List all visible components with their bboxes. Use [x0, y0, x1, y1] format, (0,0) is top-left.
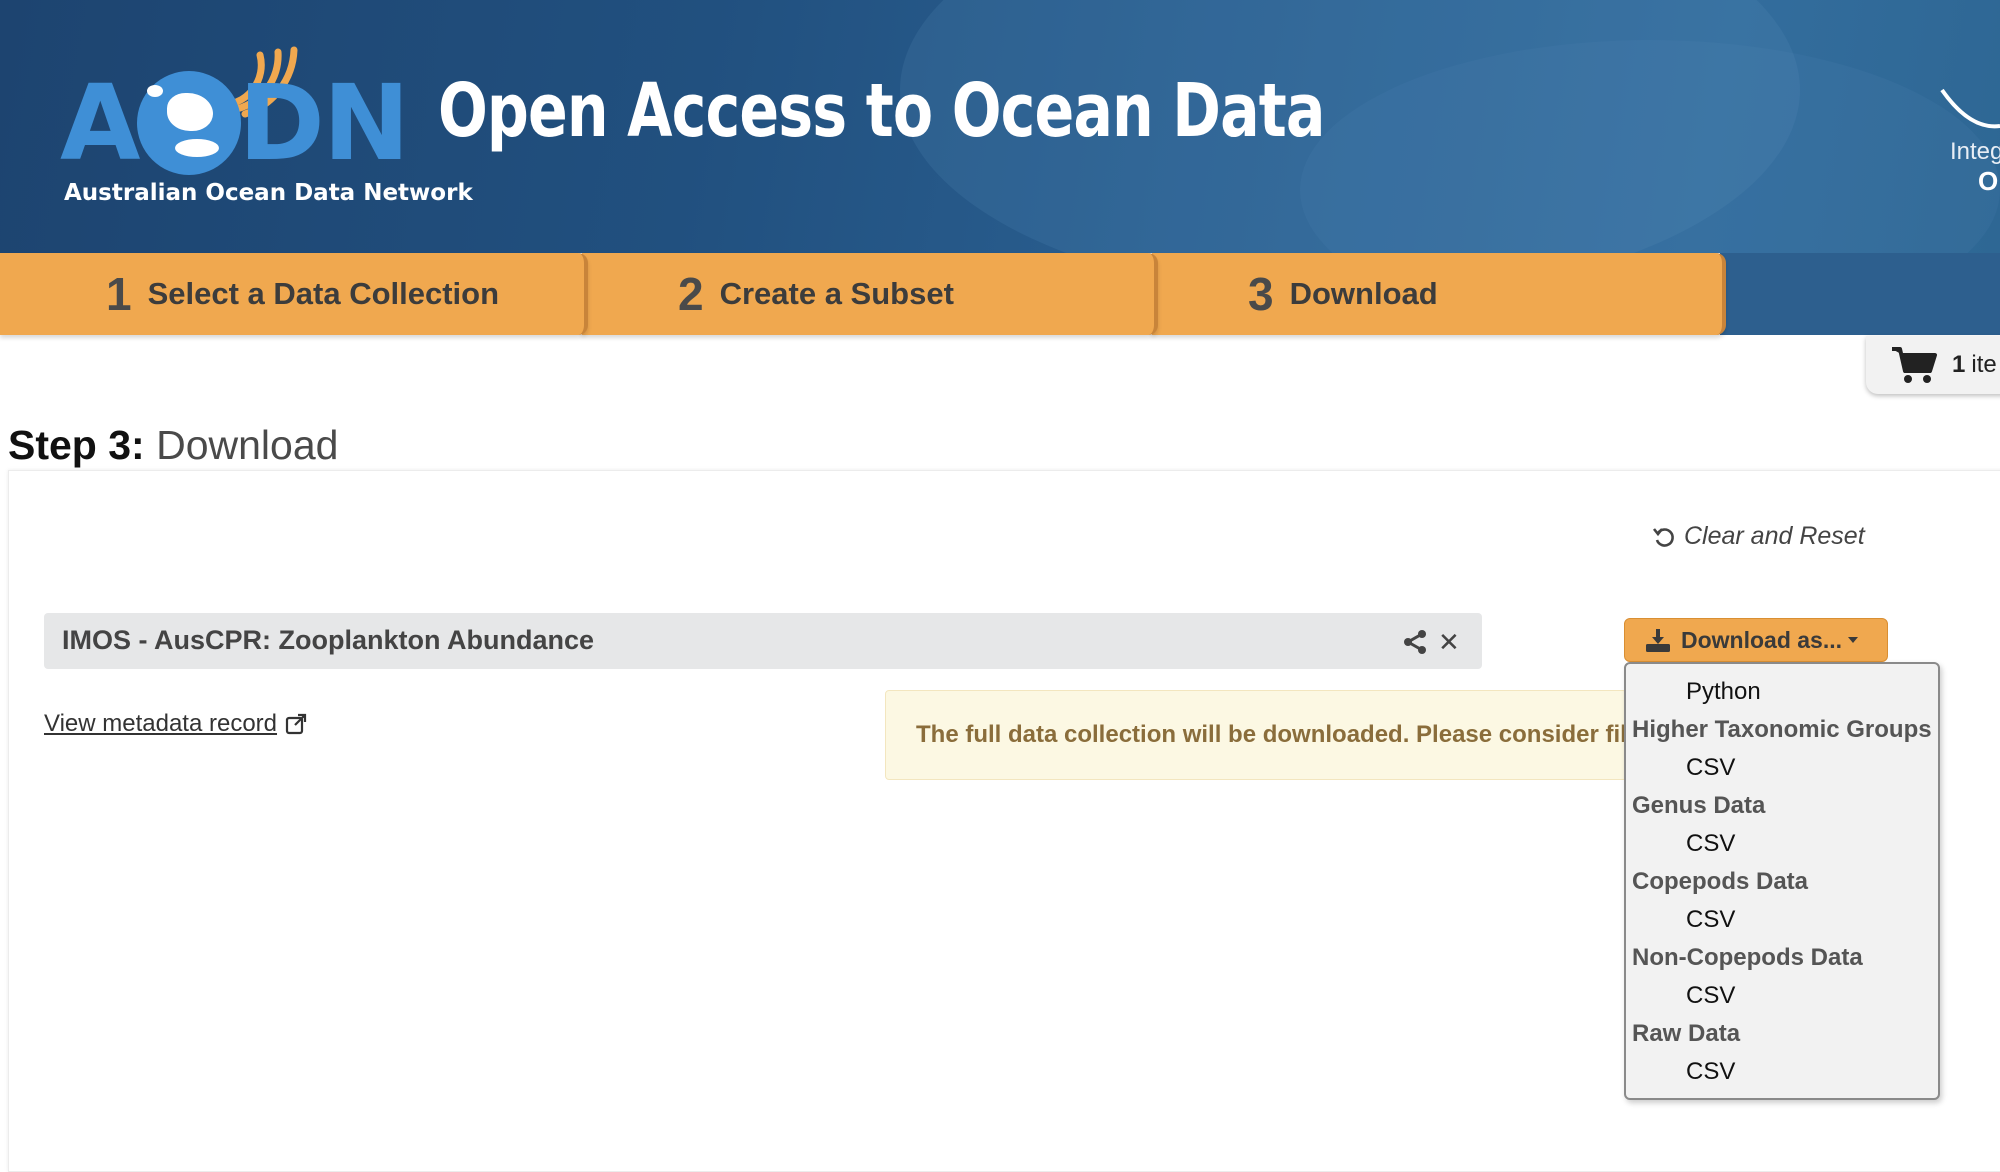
page-title: Step 3: Download	[8, 422, 338, 469]
notice-text: The full data collection will be downloa…	[916, 721, 1627, 748]
cart-button[interactable]: 1 ite	[1866, 336, 2000, 394]
step-number: 3	[1248, 268, 1274, 320]
download-as-label: Download as...	[1681, 626, 1843, 653]
view-metadata-link[interactable]: View metadata record	[44, 710, 307, 738]
download-menu: Python Higher Taxonomic Groups CSV Genus…	[1624, 662, 1940, 1100]
page-title-name: Download	[156, 422, 339, 468]
download-icon	[1646, 629, 1670, 652]
menu-group-genus: Genus Data	[1632, 792, 1766, 819]
step-label: Select a Data Collection	[147, 276, 500, 311]
menu-item-csv[interactable]: CSV	[1686, 982, 1735, 1010]
logo-wordmark: A DN	[60, 62, 410, 184]
collection-header: IMOS - AusCPR: Zooplankton Abundance ✕	[44, 613, 1482, 669]
globe-icon	[136, 71, 241, 175]
share-icon[interactable]	[1402, 629, 1428, 655]
clear-and-reset-link[interactable]: Clear and Reset	[1652, 522, 1865, 551]
close-icon[interactable]: ✕	[1438, 629, 1462, 655]
clear-and-reset-label: Clear and Reset	[1684, 522, 1865, 550]
partner-text: Integ	[1950, 138, 2000, 165]
step-label: Download	[1289, 276, 1438, 311]
caret-down-icon	[1848, 637, 1859, 643]
cart-count: 1	[1952, 351, 1966, 378]
site-header: A DN Australian Ocean Data Network Open …	[0, 0, 2000, 253]
steps-nav: 1 Select a Data Collection 2 Create a Su…	[0, 253, 2000, 335]
steps-nav-filler	[1720, 253, 2000, 335]
download-notice: The full data collection will be downloa…	[885, 690, 1627, 780]
step-label: Create a Subset	[719, 276, 954, 311]
step-number: 2	[678, 268, 704, 320]
page-title-step: Step 3:	[8, 422, 145, 468]
aodn-logo[interactable]: A DN Australian Ocean Data Network	[60, 10, 473, 210]
step-download[interactable]: 3 Download	[1152, 253, 1726, 335]
menu-group-copepods: Copepods Data	[1632, 868, 1809, 895]
menu-group-higher-taxonomic: Higher Taxonomic Groups	[1632, 716, 1932, 743]
step-select-collection[interactable]: 1 Select a Data Collection	[0, 253, 588, 335]
site-title: Open Access to Ocean Data	[438, 68, 1325, 154]
view-metadata-label: View metadata record	[44, 710, 278, 737]
shopping-cart-icon	[1892, 347, 1937, 383]
undo-icon	[1652, 527, 1674, 547]
download-as-button[interactable]: Download as...	[1624, 618, 1888, 662]
partner-text: O	[1978, 166, 1999, 196]
menu-group-non-copepods: Non-Copepods Data	[1632, 944, 1863, 971]
menu-item-csv[interactable]: CSV	[1686, 754, 1735, 782]
step-create-subset[interactable]: 2 Create a Subset	[582, 253, 1158, 335]
cart-label: ite	[1971, 351, 1997, 378]
menu-item-csv[interactable]: CSV	[1686, 906, 1735, 934]
partner-logo[interactable]: Integ O	[1940, 80, 2000, 200]
external-link-icon	[285, 713, 307, 735]
collection-title: IMOS - AusCPR: Zooplankton Abundance	[62, 625, 594, 655]
menu-item-python[interactable]: Python	[1686, 678, 1761, 706]
logo-subtitle: Australian Ocean Data Network	[64, 180, 473, 206]
step-number: 1	[106, 268, 132, 320]
menu-group-raw: Raw Data	[1632, 1020, 1741, 1047]
menu-item-csv[interactable]: CSV	[1686, 830, 1735, 858]
partner-arc-icon	[1940, 88, 2000, 129]
menu-item-csv[interactable]: CSV	[1686, 1058, 1735, 1086]
